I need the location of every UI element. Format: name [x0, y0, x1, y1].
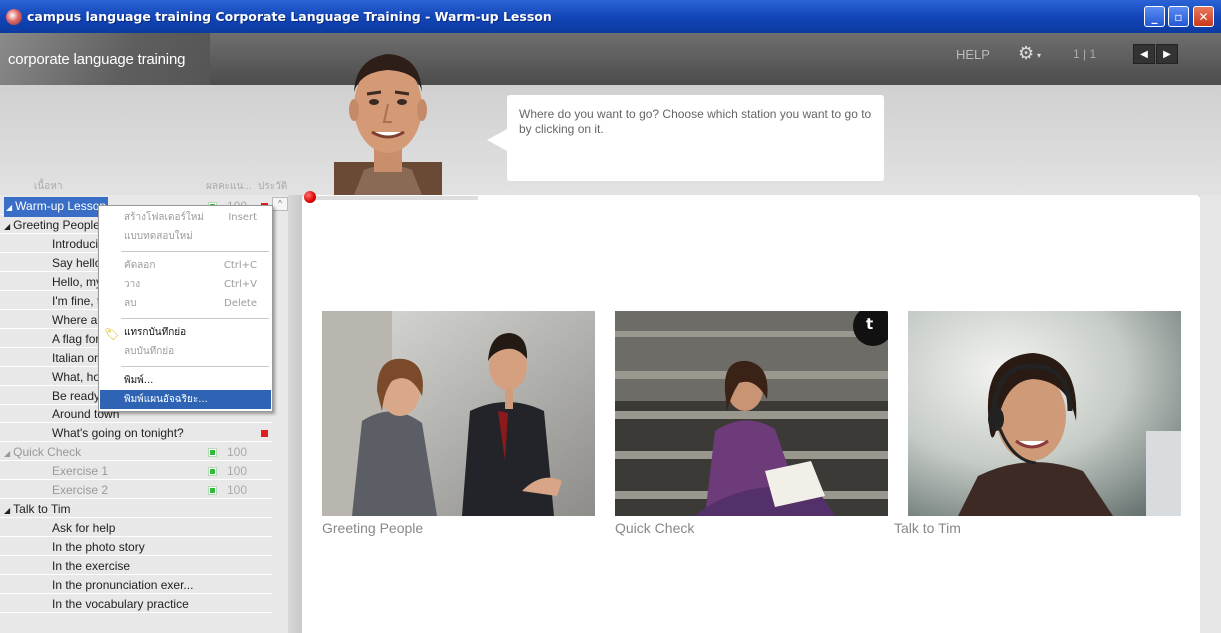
tree-item-label: What's going on tonight? — [52, 424, 184, 442]
menu-item-delete-note[interactable]: ลบบันทึกย่อ — [100, 342, 271, 361]
tree-item-text: Warm-up Lesson — [15, 199, 107, 213]
minimize-button[interactable]: _ — [1144, 6, 1165, 27]
window-title-bar: campus language training Corporate Langu… — [0, 0, 1221, 33]
close-button[interactable]: ✕ — [1193, 6, 1214, 27]
menu-item-insert-note[interactable]: แทรกบันทึกย่อ — [100, 323, 271, 342]
column-score[interactable]: ผลคะแน... — [206, 179, 252, 194]
tree-item-label: ◢ Warm-up Lesson — [4, 197, 109, 217]
gear-icon[interactable]: ⚙ — [1018, 44, 1034, 62]
expand-arrow-icon[interactable]: ◢ — [4, 222, 10, 231]
tree-item-label: ◢ Greeting People — [4, 216, 100, 236]
menu-separator — [121, 251, 269, 252]
page-counter: 1 | 1 — [1073, 47, 1097, 61]
menu-item-print[interactable]: พิมพ์... — [100, 371, 271, 390]
tree-item-label: Say hello — [52, 254, 101, 272]
tree-item[interactable]: What's going on tonight? — [0, 424, 272, 443]
tree-item-text: What's going on tonight? — [52, 426, 184, 441]
tree-item[interactable]: Exercise 1 100 — [0, 462, 272, 481]
prev-page-button[interactable]: ◀ — [1133, 44, 1155, 64]
tree-item-label: ◢ Quick Check — [4, 443, 81, 463]
tutor-avatar — [334, 54, 442, 195]
tree-item-label: Exercise 1 — [52, 462, 108, 480]
tree-item-label: In the pronunciation exer... — [52, 576, 193, 594]
window-title: campus language training Corporate Langu… — [27, 9, 552, 24]
tree-item-text: Ask for help — [52, 521, 116, 536]
tree-item-text: In the exercise — [52, 559, 131, 574]
tree-column-headers: เนื้อหา ผลคะแน... ประวัติ — [0, 173, 290, 193]
help-link[interactable]: HELP — [956, 47, 990, 62]
station-greeting-people[interactable] — [322, 311, 595, 516]
tutor-speech-bubble: Where do you want to go? Choose which st… — [507, 95, 884, 181]
tree-item-text: In the photo story — [52, 540, 145, 555]
tree-item[interactable]: Ask for help — [0, 519, 272, 538]
tree-item-text: Exercise 1 — [52, 464, 109, 479]
station-caption[interactable]: Talk to Tim — [894, 520, 961, 536]
tree-item-text: In the vocabulary practice — [52, 596, 189, 611]
expand-arrow-icon[interactable]: ◢ — [4, 449, 10, 458]
scroll-up-button[interactable]: ^ — [272, 197, 288, 211]
context-menu: สร้างโฟลเดอร์ใหม่ Insert แบบทดสอบใหม่ คัด… — [98, 205, 273, 412]
tree-item-text: Say hello — [52, 255, 102, 270]
menu-item-delete[interactable]: ลบ Delete — [100, 294, 271, 313]
badge-t-icon: t — [866, 315, 874, 333]
tree-item-text: In the pronunciation exer... — [52, 578, 194, 592]
menu-item-new-test[interactable]: แบบทดสอบใหม่ — [100, 227, 271, 246]
menu-separator — [121, 366, 269, 367]
station-caption[interactable]: Greeting People — [322, 520, 423, 536]
tree-item-label: In the photo story — [52, 538, 145, 556]
station-quick-check[interactable] — [615, 311, 888, 516]
maximize-button[interactable]: ▫ — [1168, 6, 1189, 27]
tree-item-label: In the exercise — [52, 557, 130, 575]
status-completed-icon — [209, 449, 216, 457]
right-margin — [1200, 195, 1221, 633]
tree-item[interactable]: In the pronunciation exer... — [0, 576, 272, 594]
column-history[interactable]: ประวัติ — [258, 179, 287, 194]
tree-item[interactable]: In the vocabulary practice — [0, 595, 272, 613]
progress-marker — [304, 191, 316, 203]
tree-item-text: Exercise 2 — [52, 483, 109, 498]
tree-group[interactable]: ◢ Quick Check 100 — [0, 443, 272, 463]
menu-item-copy[interactable]: คัดลอก Ctrl+C — [100, 256, 271, 275]
status-pending-icon — [261, 430, 268, 438]
menu-separator — [121, 318, 269, 319]
next-page-button[interactable]: ▶ — [1156, 44, 1178, 64]
score-value: 100 — [227, 483, 248, 498]
score-value: 100 — [227, 464, 248, 479]
tree-item-text: Quick Check — [13, 445, 82, 460]
panel-divider[interactable] — [288, 195, 302, 633]
expand-arrow-icon[interactable]: ◢ — [6, 203, 12, 212]
expand-arrow-icon[interactable]: ◢ — [4, 506, 10, 515]
score-value: 100 — [227, 445, 248, 460]
tree-item-label: In the vocabulary practice — [52, 595, 189, 613]
status-completed-icon — [209, 468, 216, 476]
tree-item[interactable]: Exercise 2 100 — [0, 481, 272, 500]
tree-item[interactable]: In the photo story — [0, 538, 272, 557]
app-logo-icon — [6, 8, 22, 25]
station-talk-to-tim[interactable] — [908, 311, 1181, 516]
column-content[interactable]: เนื้อหา — [34, 179, 62, 194]
chevron-down-icon[interactable]: ▾ — [1037, 51, 1041, 60]
menu-item-paste[interactable]: วาง Ctrl+V — [100, 275, 271, 294]
tree-item-label: ◢ Talk to Tim — [4, 500, 71, 520]
status-completed-icon — [209, 487, 216, 495]
menu-item-print-smart-plan[interactable]: พิมพ์แผนอัจฉริยะ... — [100, 390, 271, 409]
tree-item-label: Ask for help — [52, 519, 115, 537]
menu-item-new-folder[interactable]: สร้างโฟลเดอร์ใหม่ Insert — [100, 208, 271, 227]
brand-logo: corporate language training — [0, 33, 210, 85]
tree-item[interactable]: In the exercise — [0, 557, 272, 576]
tree-item-text: Talk to Tim — [13, 502, 71, 517]
station-caption[interactable]: Quick Check — [615, 520, 694, 536]
tree-item-text: Greeting People — [13, 217, 100, 232]
tree-item-label: Exercise 2 — [52, 481, 108, 499]
speech-bubble-tail — [487, 128, 509, 152]
progress-track — [310, 196, 478, 200]
tree-group[interactable]: ◢ Talk to Tim — [0, 500, 272, 520]
